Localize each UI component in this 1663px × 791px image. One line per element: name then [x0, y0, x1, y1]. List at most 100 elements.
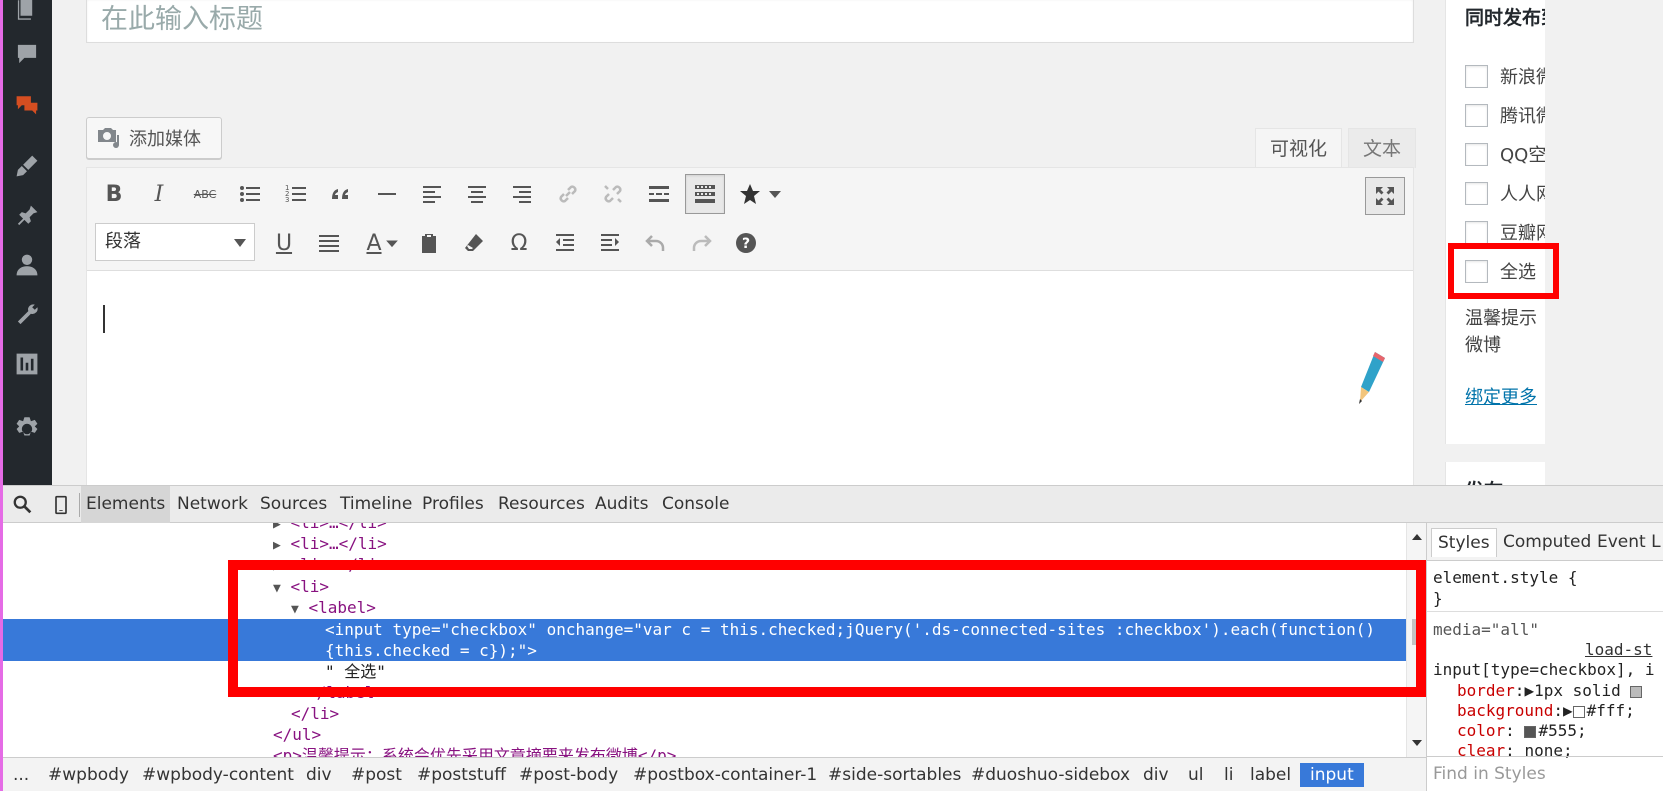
tab-audits[interactable]: Audits	[595, 486, 648, 523]
star-dropdown-chevron-down-icon[interactable]	[763, 177, 787, 211]
tab-console[interactable]: Console	[662, 486, 730, 523]
align-right-icon[interactable]	[505, 177, 539, 211]
breadcrumb-item[interactable]: #poststuff	[417, 763, 506, 787]
strikethrough-button[interactable]: ABC	[188, 177, 222, 211]
blockquote-icon[interactable]	[324, 177, 358, 211]
justify-icon[interactable]	[312, 226, 346, 260]
dom-node[interactable]: ▶ <li>…</li>	[273, 533, 387, 554]
indent-icon[interactable]	[593, 226, 627, 260]
gear-icon[interactable]	[13, 415, 41, 443]
css-color-decl[interactable]: color: #555;	[1457, 720, 1587, 741]
color-swatch[interactable]	[1630, 685, 1643, 698]
clear-formatting-eraser-icon[interactable]	[457, 226, 491, 260]
bullet-list-icon[interactable]	[233, 177, 267, 211]
breadcrumb-item[interactable]: #postbox-container-1	[633, 763, 817, 787]
checkbox[interactable]	[1465, 181, 1488, 205]
expand-triangle-icon[interactable]: ▶	[273, 523, 281, 532]
color-swatch[interactable]	[1524, 725, 1537, 738]
read-more-icon[interactable]	[642, 177, 676, 211]
settings-sliders-icon[interactable]	[13, 350, 41, 378]
breadcrumb-item[interactable]: #duoshuo-sidebox	[971, 763, 1130, 787]
star-icon[interactable]	[733, 177, 767, 211]
tab-timeline[interactable]: Timeline	[340, 486, 412, 523]
search-icon[interactable]	[11, 493, 35, 517]
css-clear-decl[interactable]: clear: none;	[1457, 740, 1573, 761]
numbered-list-icon[interactable]: 123	[279, 177, 313, 211]
bold-button[interactable]: B	[97, 177, 131, 211]
tools-icon[interactable]	[13, 301, 41, 329]
breadcrumb-item[interactable]: #post	[351, 763, 402, 787]
text-color-chevron-down-icon[interactable]	[382, 226, 402, 260]
breadcrumb-item[interactable]: label	[1250, 763, 1291, 787]
tab-event-listeners[interactable]: Event L	[1591, 528, 1663, 557]
italic-button[interactable]: I	[142, 177, 176, 211]
find-in-styles-input[interactable]: Find in Styles	[1433, 764, 1546, 784]
pages-icon[interactable]	[13, 0, 41, 22]
checkbox[interactable]	[1465, 142, 1488, 166]
dom-node[interactable]: </li>	[291, 703, 339, 724]
add-media-button[interactable]: 添加媒体	[86, 117, 222, 159]
users-icon[interactable]	[13, 251, 41, 279]
horizontal-line-icon[interactable]	[370, 177, 404, 211]
qzone-checkbox[interactable]: QQ空	[1465, 141, 1545, 167]
paragraph-format-select[interactable]: 段落	[95, 223, 255, 261]
css-background-decl[interactable]: background:▶ #fff;	[1457, 700, 1635, 721]
stylesheet-source-link[interactable]: load-st	[1585, 639, 1652, 660]
help-icon[interactable]: ?	[729, 226, 763, 260]
undo-icon[interactable]	[639, 226, 673, 260]
redo-icon[interactable]	[684, 226, 718, 260]
device-mode-icon[interactable]	[49, 493, 73, 517]
tab-computed[interactable]: Computed	[1497, 528, 1597, 557]
outdent-icon[interactable]	[548, 226, 582, 260]
tab-elements[interactable]: Elements	[81, 486, 171, 523]
css-border-decl[interactable]: border:▶1px solid	[1457, 680, 1644, 701]
tab-text[interactable]: 文本	[1348, 128, 1417, 168]
align-center-icon[interactable]	[460, 177, 494, 211]
breadcrumb-item[interactable]: div	[1143, 763, 1169, 787]
checkbox[interactable]	[1465, 103, 1488, 127]
expand-triangle-icon[interactable]: ▶	[1524, 681, 1534, 700]
breadcrumb-item[interactable]: #side-sortables	[828, 763, 961, 787]
breadcrumb-item[interactable]: ...	[13, 763, 29, 787]
fullscreen-icon[interactable]	[1365, 177, 1405, 215]
underline-button[interactable]: U	[267, 226, 301, 260]
douban-checkbox[interactable]: 豆瓣网	[1465, 219, 1545, 245]
insert-link-icon[interactable]	[551, 177, 585, 211]
element-style-rule[interactable]: element.style {	[1433, 567, 1578, 588]
tab-visual[interactable]: 可视化	[1255, 128, 1343, 168]
scroll-up-icon[interactable]	[1407, 531, 1427, 543]
breadcrumb-item[interactable]: li	[1224, 763, 1233, 787]
breadcrumb-item[interactable]: #post-body	[519, 763, 618, 787]
breadcrumb-item[interactable]: #wpbody	[48, 763, 129, 787]
toolbar-toggle-icon[interactable]	[685, 174, 725, 214]
tab-sources[interactable]: Sources	[260, 486, 327, 523]
post-title-input[interactable]: 在此输入标题	[86, 0, 1414, 43]
dom-node[interactable]: <p>温馨提示：系统会优先采用文章摘要来发布微博</p>	[273, 745, 676, 757]
special-character-button[interactable]: Ω	[502, 226, 536, 260]
dom-node[interactable]: </ul>	[273, 724, 321, 745]
appearance-icon[interactable]	[13, 152, 41, 180]
bind-more-link[interactable]: 绑定更多	[1465, 383, 1537, 409]
breadcrumb-item-selected[interactable]: input	[1300, 763, 1364, 787]
color-swatch[interactable]	[1572, 705, 1585, 718]
scroll-down-icon[interactable]	[1407, 737, 1427, 749]
comments-icon[interactable]	[13, 40, 41, 68]
tab-profiles[interactable]: Profiles	[422, 486, 484, 523]
breadcrumb-item[interactable]: ul	[1188, 763, 1204, 787]
plugins-icon[interactable]	[13, 202, 41, 230]
align-left-icon[interactable]	[415, 177, 449, 211]
tab-resources[interactable]: Resources	[498, 486, 585, 523]
paste-text-icon[interactable]	[412, 226, 446, 260]
expand-triangle-icon[interactable]: ▶	[273, 538, 281, 553]
expand-triangle-icon[interactable]: ▶	[1563, 701, 1573, 720]
breadcrumb-item[interactable]: #wpbody-content	[142, 763, 294, 787]
renren-checkbox[interactable]: 人人网	[1465, 180, 1545, 206]
duoshuo-comments-icon[interactable]	[13, 90, 41, 118]
dom-node[interactable]: ▶ <li>…</li>	[273, 523, 387, 533]
unlink-icon[interactable]	[596, 177, 630, 211]
pencil-icon[interactable]	[1349, 350, 1389, 410]
checkbox[interactable]	[1465, 64, 1488, 88]
tab-network[interactable]: Network	[177, 486, 248, 523]
breadcrumb-item[interactable]: div	[306, 763, 332, 787]
tencent-weibo-checkbox[interactable]: 腾讯微	[1465, 102, 1545, 128]
